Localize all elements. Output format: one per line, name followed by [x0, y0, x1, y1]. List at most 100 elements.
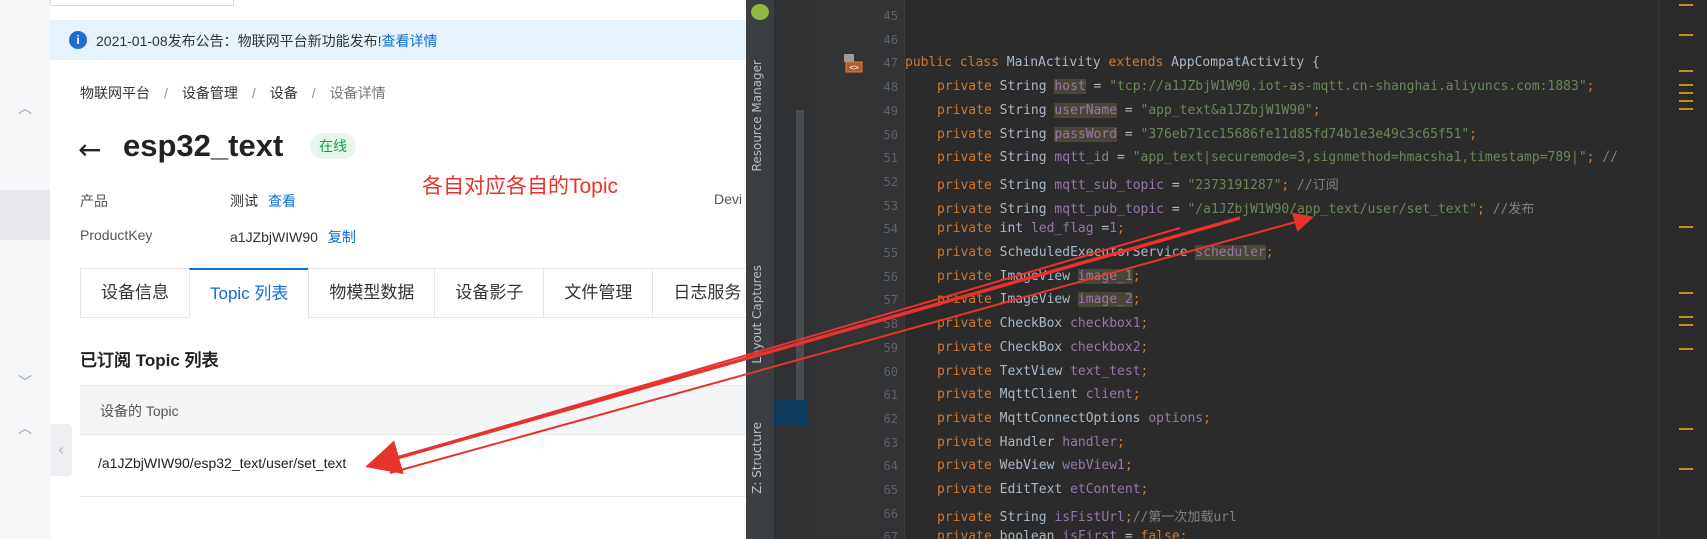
stripe-marker[interactable] [1679, 4, 1693, 6]
code-keyword: private [937, 339, 1000, 355]
code-number: 1 [1109, 221, 1118, 237]
code-type: MqttClient [999, 387, 1086, 403]
line-number: 58 [883, 317, 898, 332]
code-type: String [999, 177, 1055, 193]
code-type: boolean [999, 529, 1063, 539]
back-arrow-icon[interactable]: ← [78, 136, 101, 164]
code-type: CheckBox [999, 339, 1071, 355]
line-number: 62 [883, 411, 898, 426]
svg-text:<>: <> [849, 63, 859, 72]
breadcrumb-device[interactable]: 设备 [270, 85, 298, 101]
stripe-marker[interactable] [1679, 316, 1693, 318]
top-bar [50, 0, 746, 14]
code-keyword: false [1140, 529, 1180, 539]
announcement-detail-link[interactable]: 查看详情 [382, 33, 438, 49]
tab-topic-list[interactable]: Topic 列表 [189, 268, 309, 318]
code-line: private WebView webView1; [937, 458, 1133, 473]
code-semicolon: ; [1132, 387, 1141, 403]
code-type: String [999, 201, 1055, 217]
tab-thing-model-data[interactable]: 物模型数据 [308, 269, 434, 317]
code-line: private String mqtt_id = "app_text|secur… [937, 150, 1618, 165]
tab-device-info[interactable]: 设备信息 [80, 269, 189, 317]
stripe-marker[interactable] [1679, 468, 1693, 470]
productkey-label: ProductKey [80, 227, 153, 243]
code-type: String [999, 150, 1055, 166]
breadcrumb-device-management[interactable]: 设备管理 [182, 85, 238, 101]
code-type: String [999, 79, 1055, 95]
code-line: private MqttConnectOptions options; [937, 411, 1211, 426]
line-number: 45 [883, 9, 898, 23]
code-semicolon: ; [1203, 410, 1211, 426]
tab-file-management[interactable]: 文件管理 [543, 269, 652, 317]
subscribed-topic-title: 已订阅 Topic 列表 [80, 351, 219, 370]
stripe-marker[interactable] [1679, 34, 1693, 36]
stripe-marker[interactable] [1679, 348, 1693, 350]
search-input[interactable] [50, 0, 234, 6]
code-keyword: public class [905, 55, 1007, 71]
stripe-marker[interactable] [1679, 70, 1693, 72]
collapse-sidebar-toggle[interactable]: ‹ [50, 424, 72, 476]
code-line: private CheckBox checkbox1; [937, 316, 1148, 331]
code-operator: = [1109, 150, 1133, 166]
topic-value: /a1JZbjWIW90/esp32_text/user/set_text [98, 455, 347, 471]
stripe-marker[interactable] [1679, 292, 1693, 294]
line-number: 66 [883, 506, 898, 521]
panel-scrollbar[interactable] [796, 110, 804, 400]
code-string: "2373191287" [1187, 177, 1282, 193]
code-field: passWord [1054, 126, 1118, 142]
code-semicolon: ; [1140, 316, 1149, 332]
copy-productkey-link[interactable]: 复制 [328, 229, 356, 245]
code-keyword: private [937, 434, 1000, 450]
line-number: 52 [883, 174, 898, 189]
line-number: 46 [883, 32, 898, 47]
code-type: AppCompatActivity { [1171, 55, 1320, 71]
code-semicolon: ; [1179, 529, 1188, 539]
detail-tabs: 设备信息 Topic 列表 物模型数据 设备影子 文件管理 日志服务 [80, 268, 762, 318]
code-string: "tcp://a1JZbjW1W90.iot-as-mqtt.cn-shangh… [1109, 79, 1587, 95]
code-string: "/a1JZbjW1W90/app_text/user/set_text" [1187, 201, 1478, 217]
code-operator: = [1117, 529, 1141, 539]
chevron-up-icon[interactable]: ︿ [18, 98, 34, 117]
line-number: 60 [883, 364, 898, 379]
code-field: handler [1062, 434, 1118, 450]
code-keyword: private [937, 79, 1000, 95]
code-keyword: private [937, 102, 1000, 118]
code-editor[interactable]: public class MainActivity extends AppCom… [905, 0, 1665, 539]
tool-tab-layout-captures[interactable]: Layout Captures [750, 265, 764, 364]
line-number: 48 [883, 80, 898, 95]
code-keyword: private [937, 221, 1000, 237]
stripe-marker[interactable] [1679, 226, 1693, 228]
line-number: 51 [883, 151, 898, 166]
stripe-marker[interactable] [1679, 428, 1693, 430]
code-line: private String mqtt_pub_topic = "/a1JZbj… [937, 198, 1534, 217]
chevron-down-icon[interactable]: ﹀ [18, 372, 34, 391]
code-semicolon: ; [1117, 221, 1125, 237]
stripe-marker[interactable] [1679, 84, 1693, 86]
stripe-marker[interactable] [1679, 324, 1693, 326]
stripe-marker[interactable] [1679, 92, 1693, 94]
code-class-name: MainActivity [1006, 55, 1109, 71]
code-field: isFistUrl [1054, 509, 1125, 525]
code-type: MqttConnectOptions [999, 410, 1149, 426]
code-field: image_1 [1077, 268, 1133, 284]
code-field: client [1085, 387, 1133, 403]
breadcrumb-iot-platform[interactable]: 物联网平台 [80, 85, 150, 101]
page-title: esp32_text [123, 128, 284, 163]
tool-tab-resource-manager[interactable]: Resource Manager [750, 60, 764, 171]
class-breakpoint-icon[interactable]: <> [842, 52, 864, 74]
chevron-up-icon[interactable]: ︿ [18, 418, 34, 437]
stripe-marker[interactable] [1679, 108, 1693, 110]
panel-selection [774, 400, 808, 426]
code-type: CheckBox [999, 316, 1071, 332]
tab-device-shadow[interactable]: 设备影子 [434, 269, 543, 317]
code-line: public class MainActivity extends AppCom… [905, 55, 1320, 70]
code-type: WebView [999, 458, 1063, 474]
code-keyword: private [937, 292, 1000, 308]
tool-tab-structure[interactable]: Z: Structure [750, 422, 764, 494]
code-line: private String userName = "app_text&a1JZ… [937, 102, 1321, 118]
code-semicolon: ; [1124, 458, 1133, 474]
product-view-link[interactable]: 查看 [268, 193, 296, 209]
line-number: 49 [883, 103, 898, 118]
nav-selected-item[interactable] [0, 190, 50, 240]
stripe-marker[interactable] [1679, 100, 1693, 102]
